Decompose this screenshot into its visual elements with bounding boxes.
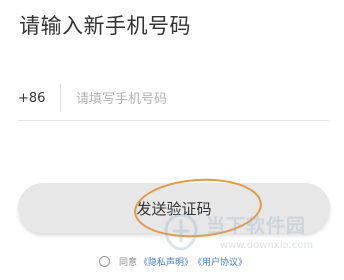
user-agreement-link[interactable]: 《用户协议》 — [193, 255, 247, 268]
privacy-policy-link[interactable]: 《隐私声明》 — [139, 255, 193, 268]
field-divider — [60, 84, 61, 112]
country-code-selector[interactable]: +86 — [18, 91, 45, 106]
change-phone-screen: 请输入新手机号码 +86 发送验证码 当下软件园 www.downxia.com… — [0, 0, 344, 280]
phone-number-input[interactable] — [76, 86, 316, 112]
phone-input-row: +86 — [18, 80, 329, 121]
page-title: 请输入新手机号码 — [19, 14, 191, 38]
send-code-button[interactable]: 发送验证码 — [18, 183, 330, 233]
agree-prefix: 同意 — [119, 257, 138, 268]
send-code-label: 发送验证码 — [136, 199, 212, 218]
agreement-row: 同意 《隐私声明》 《用户协议》 — [99, 254, 247, 268]
agree-radio[interactable] — [99, 255, 110, 267]
watermark-url: www.downxia.com — [220, 240, 314, 251]
